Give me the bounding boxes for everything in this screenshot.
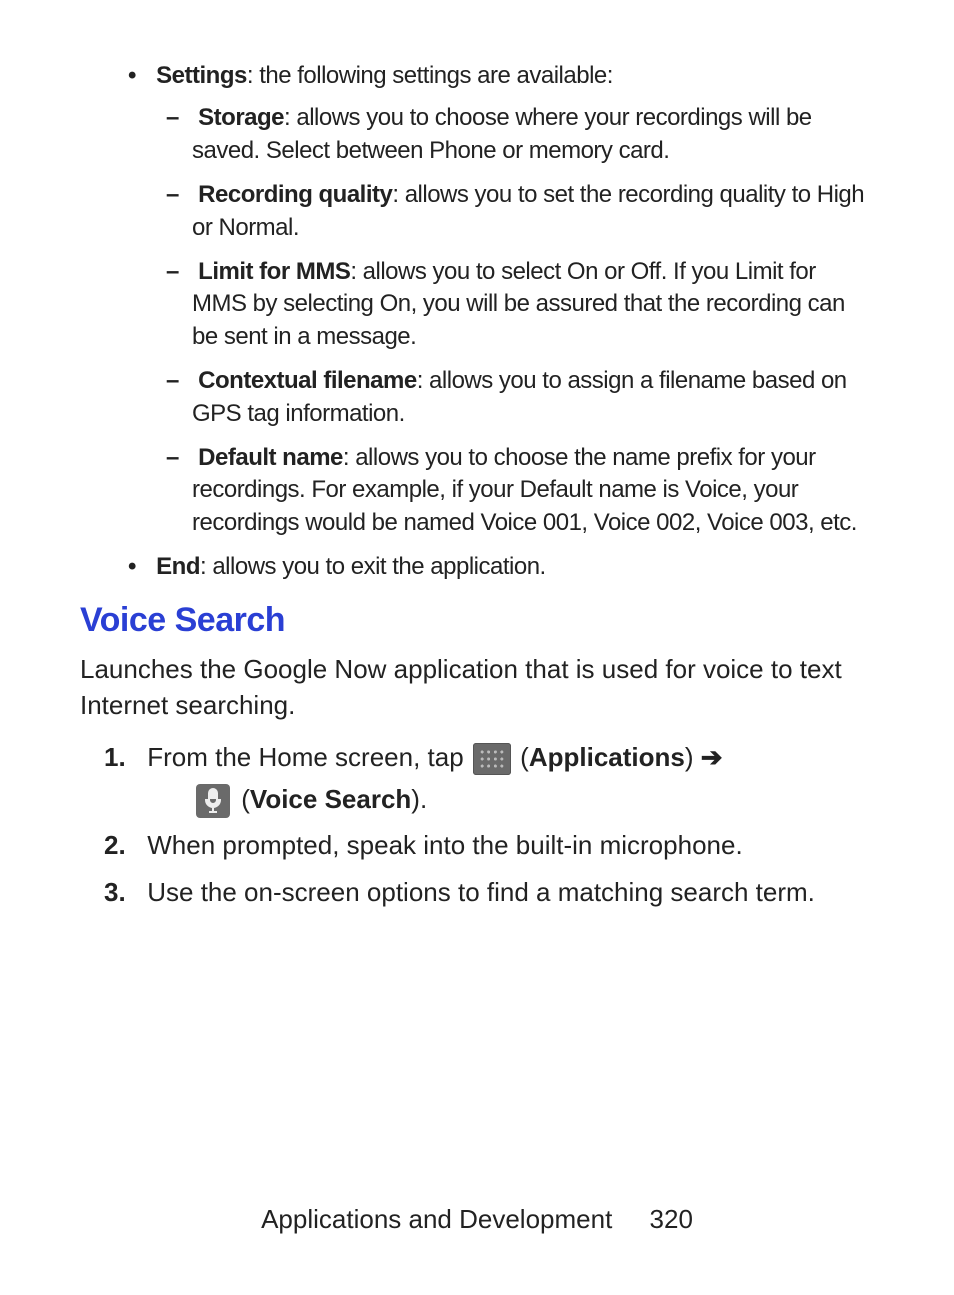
dash-recording-quality: – Recording quality: allows you to set t…: [192, 179, 874, 244]
paren-close-2: ).: [411, 784, 427, 814]
step-number: 3.: [104, 872, 140, 912]
dash-text: : allows you to choose where your record…: [192, 104, 812, 163]
dash-glyph: –: [166, 442, 192, 474]
step-3-text: Use the on-screen options to find a matc…: [147, 877, 815, 907]
apps-grid-icon: [473, 743, 511, 775]
dash-limit-mms: – Limit for MMS: allows you to select On…: [192, 256, 874, 353]
bullet-text: : allows you to exit the application.: [200, 553, 546, 580]
bullet-label: End: [156, 553, 200, 580]
dash-glyph: –: [166, 365, 192, 397]
step-number: 2.: [104, 825, 140, 865]
dash-glyph: –: [166, 179, 192, 211]
applications-label: Applications: [529, 742, 685, 772]
dash-glyph: –: [166, 102, 192, 134]
footer-page-number: 320: [650, 1204, 693, 1234]
voice-search-label: Voice Search: [250, 784, 411, 814]
dash-storage: – Storage: allows you to choose where yo…: [192, 102, 874, 167]
microphone-icon: [196, 784, 230, 818]
dash-default-name: – Default name: allows you to choose the…: [192, 442, 874, 539]
section-intro: Launches the Google Now application that…: [80, 652, 874, 722]
footer-chapter: Applications and Development: [261, 1204, 612, 1234]
step-1-pretext: From the Home screen, tap: [147, 742, 471, 772]
settings-dash-list: – Storage: allows you to choose where yo…: [192, 102, 874, 539]
paren-open-2: (: [241, 784, 250, 814]
bullet-glyph: •: [128, 60, 150, 92]
dash-label: Default name: [198, 444, 343, 471]
step-1: 1. From the Home screen, tap (Applicatio…: [140, 737, 874, 820]
step-2-text: When prompted, speak into the built-in m…: [147, 830, 742, 860]
steps-list: 1. From the Home screen, tap (Applicatio…: [140, 737, 874, 912]
settings-bullet-list: • Settings: the following settings are a…: [150, 60, 874, 583]
bullet-settings: • Settings: the following settings are a…: [150, 60, 874, 539]
bullet-label: Settings: [156, 62, 247, 89]
dash-glyph: –: [166, 256, 192, 288]
section-heading-voice-search: Voice Search: [80, 601, 874, 640]
step-3: 3. Use the on-screen options to find a m…: [140, 872, 874, 912]
bullet-end: • End: allows you to exit the applicatio…: [150, 551, 874, 583]
arrow-icon: ➔: [701, 742, 723, 772]
bullet-text: : the following settings are available:: [247, 62, 613, 89]
step-2: 2. When prompted, speak into the built-i…: [140, 825, 874, 865]
paren-close: ): [685, 742, 701, 772]
dash-contextual-filename: – Contextual filename: allows you to ass…: [192, 365, 874, 430]
dash-label: Storage: [198, 104, 284, 131]
paren-open: (: [520, 742, 529, 772]
step-number: 1.: [104, 737, 140, 777]
bullet-glyph: •: [128, 551, 150, 583]
page-footer: Applications and Development 320: [0, 1204, 954, 1235]
dash-label: Contextual filename: [198, 367, 417, 394]
dash-label: Limit for MMS: [198, 258, 350, 285]
dash-label: Recording quality: [198, 181, 392, 208]
